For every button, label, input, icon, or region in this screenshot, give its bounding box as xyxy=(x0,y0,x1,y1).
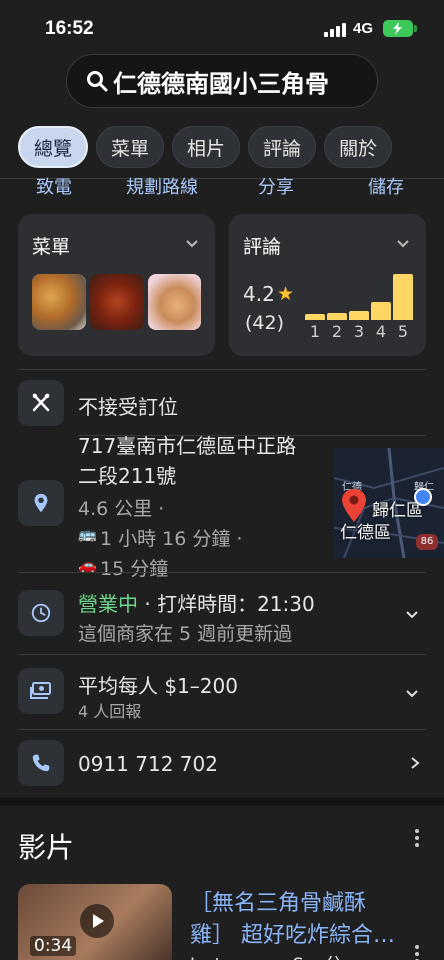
price-text[interactable]: 平均每人 $1–200 xyxy=(78,670,238,699)
video-source: Instagram · Sun分 xyxy=(190,950,342,960)
section-gap xyxy=(0,798,444,806)
rating-bar-3 xyxy=(349,311,369,320)
money-icon xyxy=(18,668,64,714)
quick-actions: 致電 規劃路線 分享 儲存 xyxy=(0,175,444,197)
phone-icon xyxy=(18,740,64,786)
video-title-line1[interactable]: ［無名三角骨鹹酥 xyxy=(190,885,366,917)
drive-time: 15 分鐘 xyxy=(100,558,169,580)
save-action[interactable]: 儲存 xyxy=(368,175,404,197)
chevron-down-icon xyxy=(397,240,409,248)
video-duration: 0:34 xyxy=(30,936,77,956)
tab-overview[interactable]: 總覽 xyxy=(18,126,89,168)
rating-bar-1 xyxy=(305,314,325,320)
video-title-line2[interactable]: 雞］ 超好吃炸綜合… xyxy=(190,917,395,949)
status-time: 16:52 xyxy=(45,18,94,39)
search-icon xyxy=(87,71,108,92)
current-location-dot xyxy=(414,488,432,506)
location-pin-icon xyxy=(18,480,64,526)
utensils-icon xyxy=(18,380,64,426)
section-divider xyxy=(18,729,426,730)
search-query: 仁德德南國小三角骨 xyxy=(113,69,329,98)
tab-photos[interactable]: 相片 xyxy=(172,126,241,168)
rating-bar-label: 1 xyxy=(309,322,321,341)
reservation-text: 不接受訂位 xyxy=(78,395,178,419)
section-divider xyxy=(18,572,426,573)
map-thumbnail[interactable]: 仁德 歸仁 歸仁區 仁德區 86 xyxy=(334,448,444,558)
rating-bar-label: 3 xyxy=(353,322,365,341)
distance: 4.6 公里 · xyxy=(78,498,165,520)
video-thumbnail[interactable]: 0:34 xyxy=(18,884,172,960)
section-divider xyxy=(18,369,426,370)
rating-value: 4.2 xyxy=(243,282,275,306)
rating-bar-label: 4 xyxy=(375,322,387,341)
directions-action[interactable]: 規劃路線 xyxy=(126,175,198,197)
closing-time: · 打烊時間：21:30 xyxy=(138,592,315,616)
rating-bar-4 xyxy=(371,302,391,320)
reviews-card[interactable]: 評論 4.2 ★ (42) 12345 xyxy=(229,214,426,356)
section-divider xyxy=(18,654,426,655)
reviews-card-title: 評論 xyxy=(243,236,282,258)
road-shield: 86 xyxy=(416,534,438,550)
menu-photo[interactable] xyxy=(90,274,144,330)
open-status: 營業中 xyxy=(78,592,138,616)
play-icon xyxy=(80,904,114,938)
chevron-right-icon[interactable] xyxy=(408,756,422,770)
chevron-down-icon[interactable] xyxy=(405,686,419,700)
rating-bar-label: 2 xyxy=(331,322,343,341)
menu-photo[interactable] xyxy=(148,274,201,330)
rating-bar-5 xyxy=(393,274,413,320)
hours-text[interactable]: 營業中 · 打烊時間：21:30 xyxy=(78,588,315,617)
rating-bar-2 xyxy=(327,313,347,320)
address-line2[interactable]: 二段211號 xyxy=(78,460,176,489)
call-action[interactable]: 致電 xyxy=(36,175,72,197)
videos-heading: 影片 xyxy=(18,831,75,864)
menu-photo[interactable] xyxy=(32,274,86,330)
rating-bar-label: 5 xyxy=(397,322,409,341)
review-count: (42) xyxy=(245,312,285,334)
battery-icon xyxy=(383,20,417,37)
more-options-icon[interactable] xyxy=(414,828,420,848)
share-action[interactable]: 分享 xyxy=(258,175,294,197)
status-bar: 16:52 4G xyxy=(0,0,444,54)
search-bar[interactable]: 仁德德南國小三角骨 xyxy=(66,54,378,108)
tab-reviews[interactable]: 評論 xyxy=(248,126,317,168)
chevron-down-icon xyxy=(186,240,198,248)
tab-bar: 總覽 菜單 相片 評論 關於 xyxy=(18,126,393,168)
clock-icon xyxy=(18,590,64,636)
menu-card[interactable]: 菜單 xyxy=(18,214,215,356)
chevron-down-icon[interactable] xyxy=(405,607,419,621)
star-icon: ★ xyxy=(277,283,295,305)
tab-menu[interactable]: 菜單 xyxy=(96,126,165,168)
price-reports: 4 人回報 xyxy=(78,702,142,721)
menu-card-title: 菜單 xyxy=(32,236,71,258)
tab-about[interactable]: 關於 xyxy=(324,126,393,168)
hours-note: 這個商家在 5 週前更新過 xyxy=(78,623,293,645)
signal-icon xyxy=(324,23,346,37)
phone-number[interactable]: 0911 712 702 xyxy=(78,752,218,776)
network-label: 4G xyxy=(353,20,374,37)
transit-icon: 🚌 xyxy=(78,525,97,543)
address-line1[interactable]: 717臺南市仁德區中正路 xyxy=(78,430,296,459)
map-pin-icon xyxy=(342,489,366,522)
more-options-icon[interactable] xyxy=(414,944,420,960)
transit-time: 1 小時 16 分鐘 · xyxy=(100,528,243,550)
